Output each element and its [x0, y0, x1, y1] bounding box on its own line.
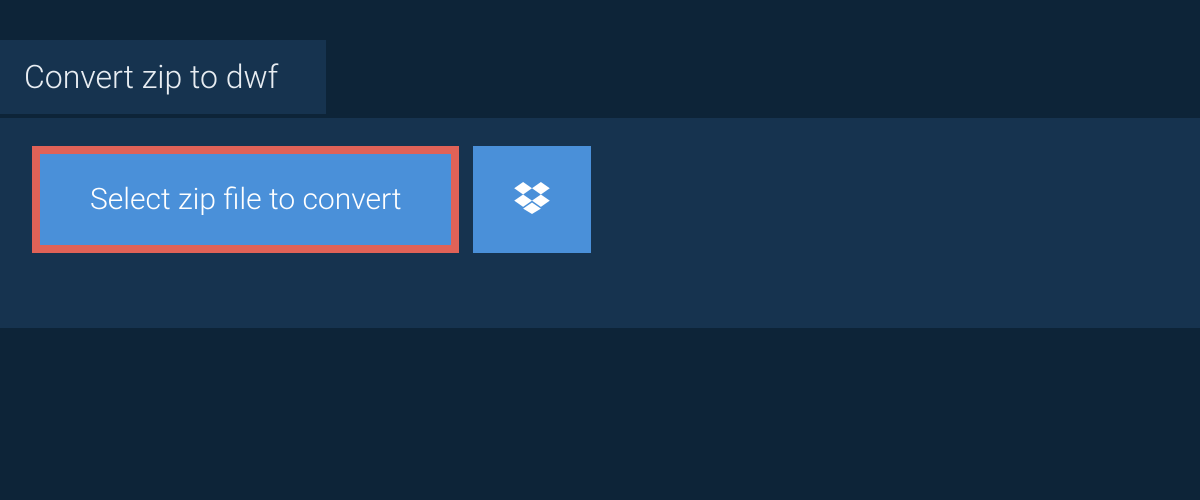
button-row: Select zip file to convert	[32, 146, 1168, 253]
select-file-label: Select zip file to convert	[90, 182, 401, 217]
dropbox-button[interactable]	[473, 146, 591, 253]
dropbox-icon	[514, 182, 550, 218]
tab-label: Convert zip to dwf	[24, 58, 278, 96]
select-file-button[interactable]: Select zip file to convert	[32, 146, 459, 253]
conversion-panel: Select zip file to convert	[0, 118, 1200, 328]
tab-convert[interactable]: Convert zip to dwf	[0, 40, 326, 114]
